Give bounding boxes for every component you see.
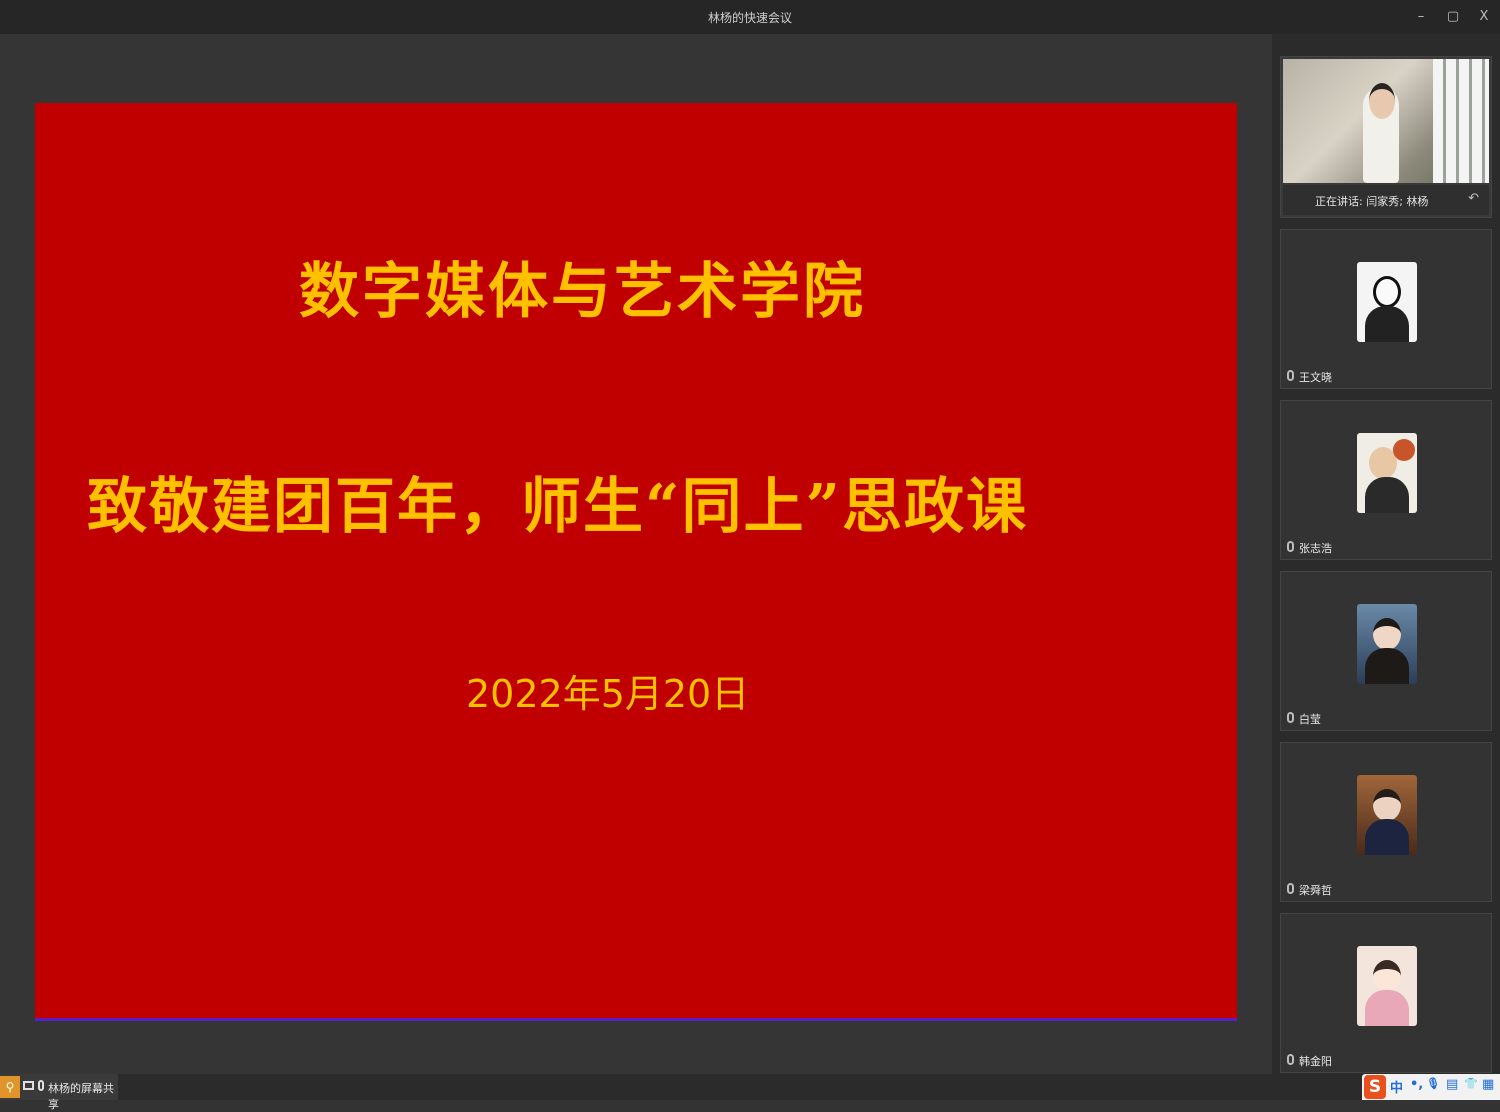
ime-punctuation-icon[interactable]: •, xyxy=(1410,1077,1423,1092)
mic-icon xyxy=(1287,541,1294,552)
mic-icon xyxy=(38,1080,44,1091)
cartoon-girl-avatar xyxy=(1357,946,1417,1026)
participant-tile[interactable]: 韩金阳 xyxy=(1280,913,1492,1073)
basketball-player-avatar xyxy=(1357,433,1417,513)
participant-name: 梁舜哲 xyxy=(1299,884,1332,897)
ime-keyboard-icon[interactable]: ▤ xyxy=(1446,1077,1458,1092)
mic-icon xyxy=(1287,370,1294,381)
ime-voice-icon[interactable]: 🎙 xyxy=(1426,1077,1440,1090)
mic-icon xyxy=(1287,1054,1294,1065)
speaker-head xyxy=(1369,83,1395,119)
participant-tile[interactable]: 梁舜哲 xyxy=(1280,742,1492,902)
speaker-status-bar: 正在讲话: 闫家秀; 林杨 ↶ xyxy=(1283,185,1489,336)
slide-date: 2022年5月20日 xyxy=(466,672,750,716)
background-window xyxy=(1433,59,1489,183)
slide-subtitle: 致敬建团百年，师生“同上”思政课 xyxy=(87,472,1029,542)
participant-tile[interactable]: 白莹 xyxy=(1280,571,1492,731)
participant-tile[interactable]: 王文晓 xyxy=(1280,229,1492,389)
participant-name: 张志浩 xyxy=(1299,542,1332,555)
input-method-toolbar[interactable]: S 中 •, 🎙 ▤ 👕 ▦ xyxy=(1362,1074,1500,1100)
minimize-button[interactable]: – xyxy=(1410,6,1432,28)
restore-button[interactable]: ▢ xyxy=(1442,6,1464,28)
screen-share-label: 林杨的屏幕共享 xyxy=(48,1082,114,1111)
screen-icon xyxy=(23,1081,34,1090)
ime-toolbox-icon[interactable]: ▦ xyxy=(1482,1077,1494,1092)
screen-share-indicator[interactable]: ⚲ 林杨的屏幕共享 xyxy=(0,1074,118,1111)
window-title: 林杨的快速会议 xyxy=(707,11,792,25)
participant-tile[interactable]: 张志浩 xyxy=(1280,400,1492,560)
ime-skin-icon[interactable]: 👕 xyxy=(1464,1077,1478,1090)
user-icon: ⚲ xyxy=(0,1076,20,1098)
anime-girl-avatar xyxy=(1357,262,1417,342)
undo-icon[interactable]: ↶ xyxy=(1468,191,1479,206)
ime-chinese-mode[interactable]: 中 xyxy=(1390,1077,1403,1096)
active-speaker-tile[interactable]: 正在讲话: 闫家秀; 林杨 ↶ xyxy=(1280,56,1492,336)
mic-icon xyxy=(1287,883,1294,894)
participant-sidebar[interactable]: 正在讲话: 闫家秀; 林杨 ↶ 王文晓 张志浩 白莹 梁舜哲 韩金阳 xyxy=(1272,34,1500,1074)
woman-photo-avatar xyxy=(1357,775,1417,855)
participant-name: 韩金阳 xyxy=(1299,1055,1332,1068)
bottom-bar: ⚲ 林杨的屏幕共享 S 中 •, 🎙 ▤ 👕 ▦ xyxy=(0,1074,1500,1111)
girl-photo-avatar xyxy=(1357,604,1417,684)
shared-screen-area: 数字媒体与艺术学院 致敬建团百年，师生“同上”思政课 2022年5月20日 xyxy=(0,34,1272,1074)
participant-name: 白莹 xyxy=(1299,713,1321,726)
basketball-icon xyxy=(1393,439,1415,461)
speaking-status: 正在讲话: 闫家秀; 林杨 xyxy=(1315,195,1429,208)
close-button[interactable]: X xyxy=(1473,6,1495,28)
presentation-slide: 数字媒体与艺术学院 致敬建团百年，师生“同上”思政课 2022年5月20日 xyxy=(35,103,1237,1021)
speaker-video xyxy=(1283,59,1489,183)
title-bar: 林杨的快速会议 – ▢ X xyxy=(0,0,1500,34)
ime-logo-icon[interactable]: S xyxy=(1364,1075,1386,1099)
slide-title: 数字媒体与艺术学院 xyxy=(299,257,866,327)
mic-icon xyxy=(1287,712,1294,723)
participant-name: 王文晓 xyxy=(1299,371,1332,384)
